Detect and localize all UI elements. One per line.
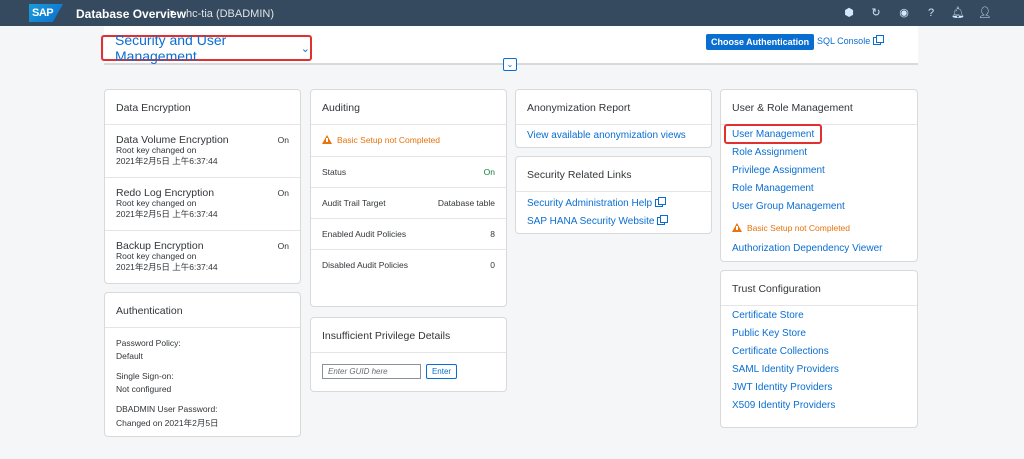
divider (104, 64, 503, 65)
table-row: Audit Trail Target Database table (311, 188, 506, 219)
insufficient-privilege-card: Insufficient Privilege Details Enter GUI… (310, 317, 507, 392)
user-password-value: Changed on 2021年2月5日 (116, 418, 219, 428)
encryption-detail: Root key changed on (116, 251, 197, 261)
jwt-identity-providers-link[interactable]: JWT Identity Providers (732, 382, 832, 393)
sso-value: Not configured (116, 384, 172, 394)
x509-identity-providers-link[interactable]: X509 Identity Providers (732, 400, 835, 411)
sql-console-link[interactable]: SQL Console (817, 35, 885, 46)
encryption-status: On (277, 241, 289, 251)
password-policy-label: Password Policy: (116, 338, 181, 348)
anonymization-views-link[interactable]: View available anonymization views (527, 130, 686, 141)
warning-message: Basic Setup not Completed (322, 135, 440, 145)
password-policy-value: Default (116, 351, 143, 361)
user-group-management-link[interactable]: User Group Management (732, 201, 845, 212)
choose-authentication-button[interactable]: Choose Authentication (706, 34, 815, 50)
list-item[interactable]: Backup Encryption On Root key changed on… (105, 231, 300, 284)
help-icon[interactable]: ? (924, 6, 938, 20)
user-icon[interactable]: 👤︎ (978, 6, 992, 20)
sso-label: Single Sign-on: (116, 371, 174, 381)
encryption-date: 2021年2月5日 上午6:37:44 (116, 156, 218, 166)
chevron-down-icon: ⌄ (300, 42, 310, 55)
warning-text: Basic Setup not Completed (747, 223, 851, 233)
warning-text: Basic Setup not Completed (337, 135, 441, 145)
row-value: On (483, 167, 495, 177)
external-link-icon (655, 197, 667, 207)
warning-icon (732, 223, 742, 232)
card-title: Data Encryption (105, 90, 300, 125)
list-item[interactable]: Redo Log Encryption On Root key changed … (105, 178, 300, 231)
anonymization-card: Anonymization Report View available anon… (515, 89, 712, 148)
refresh-icon[interactable]: ↻ (869, 6, 883, 20)
shell-bar: SAP Database Overview ▾ hc-tia (DBADMIN)… (0, 0, 1024, 26)
bell-icon[interactable]: 🔔︎ (951, 6, 965, 20)
card-title: Auditing (311, 90, 506, 125)
external-link-icon (657, 215, 669, 225)
divider (517, 64, 918, 65)
row-label: Disabled Audit Policies (322, 260, 408, 270)
card-title: User & Role Management (721, 90, 917, 125)
sap-logo[interactable]: SAP (29, 4, 63, 22)
row-label: Status (322, 167, 347, 177)
system-name: hc-tia (DBADMIN) (186, 8, 275, 20)
authorization-dependency-viewer-link[interactable]: Authorization Dependency Viewer (732, 243, 882, 254)
link-label: Security Administration Help (527, 198, 653, 209)
hana-security-website-link[interactable]: SAP HANA Security Website (527, 215, 669, 227)
public-key-store-link[interactable]: Public Key Store (732, 328, 806, 339)
notifications-settings-icon[interactable]: ◉ (897, 6, 911, 20)
cube-icon[interactable]: ⬢ (842, 6, 856, 20)
table-row: Status On (311, 157, 506, 188)
role-management-link[interactable]: Role Management (732, 183, 814, 194)
table-row: Disabled Audit Policies 0 (311, 250, 506, 281)
row-value: Database table (437, 198, 495, 208)
page-title: Security and User Management (115, 32, 227, 64)
link-label: SAP HANA Security Website (527, 216, 655, 227)
authentication-card[interactable]: Authentication Password Policy: Default … (104, 292, 301, 437)
encryption-date: 2021年2月5日 上午6:37:44 (116, 209, 218, 219)
role-assignment-link[interactable]: Role Assignment (732, 147, 807, 158)
warning-message: Basic Setup not Completed (732, 223, 850, 233)
page-title-selector[interactable]: Security and User Management ⌄ (101, 32, 312, 64)
collapse-header-button[interactable]: ⌄ (503, 58, 517, 71)
row-label: Enabled Audit Policies (322, 229, 407, 239)
enter-button[interactable]: Enter (426, 364, 457, 379)
security-links-card: Security Related Links Security Administ… (515, 156, 712, 234)
card-title: Authentication (105, 293, 300, 328)
trust-configuration-card: Trust Configuration Certificate Store Pu… (720, 270, 918, 428)
user-management-link[interactable]: User Management (732, 129, 814, 140)
encryption-status: On (277, 135, 289, 145)
chevron-down-icon[interactable]: ▾ (170, 8, 174, 17)
encryption-date: 2021年2月5日 上午6:37:44 (116, 262, 218, 272)
card-title: Anonymization Report (516, 90, 711, 125)
row-value: 0 (490, 260, 495, 270)
security-admin-help-link[interactable]: Security Administration Help (527, 197, 667, 209)
certificate-store-link[interactable]: Certificate Store (732, 310, 804, 321)
warning-row: Basic Setup not Completed (311, 125, 506, 157)
warning-icon (322, 135, 332, 144)
user-password-label: DBADMIN User Password: (116, 404, 218, 414)
list-item[interactable]: Data Volume Encryption On Root key chang… (105, 125, 300, 178)
saml-identity-providers-link[interactable]: SAML Identity Providers (732, 364, 839, 375)
guid-input[interactable]: Enter GUID here (322, 364, 421, 379)
row-label: Audit Trail Target (322, 198, 386, 208)
data-encryption-card: Data Encryption Data Volume Encryption O… (104, 89, 301, 284)
encryption-status: On (277, 188, 289, 198)
table-row: Enabled Audit Policies 8 (311, 219, 506, 250)
card-title: Security Related Links (516, 157, 711, 192)
auditing-card[interactable]: Auditing Basic Setup not Completed Statu… (310, 89, 507, 307)
card-title: Trust Configuration (721, 271, 917, 306)
privilege-assignment-link[interactable]: Privilege Assignment (732, 165, 825, 176)
encryption-detail: Root key changed on (116, 198, 197, 208)
certificate-collections-link[interactable]: Certificate Collections (732, 346, 829, 357)
encryption-detail: Root key changed on (116, 145, 197, 155)
sql-console-label: SQL Console (817, 36, 871, 46)
user-role-management-card: User & Role Management User Management R… (720, 89, 918, 262)
row-value: 8 (490, 229, 495, 239)
card-title: Insufficient Privilege Details (311, 318, 506, 353)
external-link-icon (873, 35, 885, 45)
